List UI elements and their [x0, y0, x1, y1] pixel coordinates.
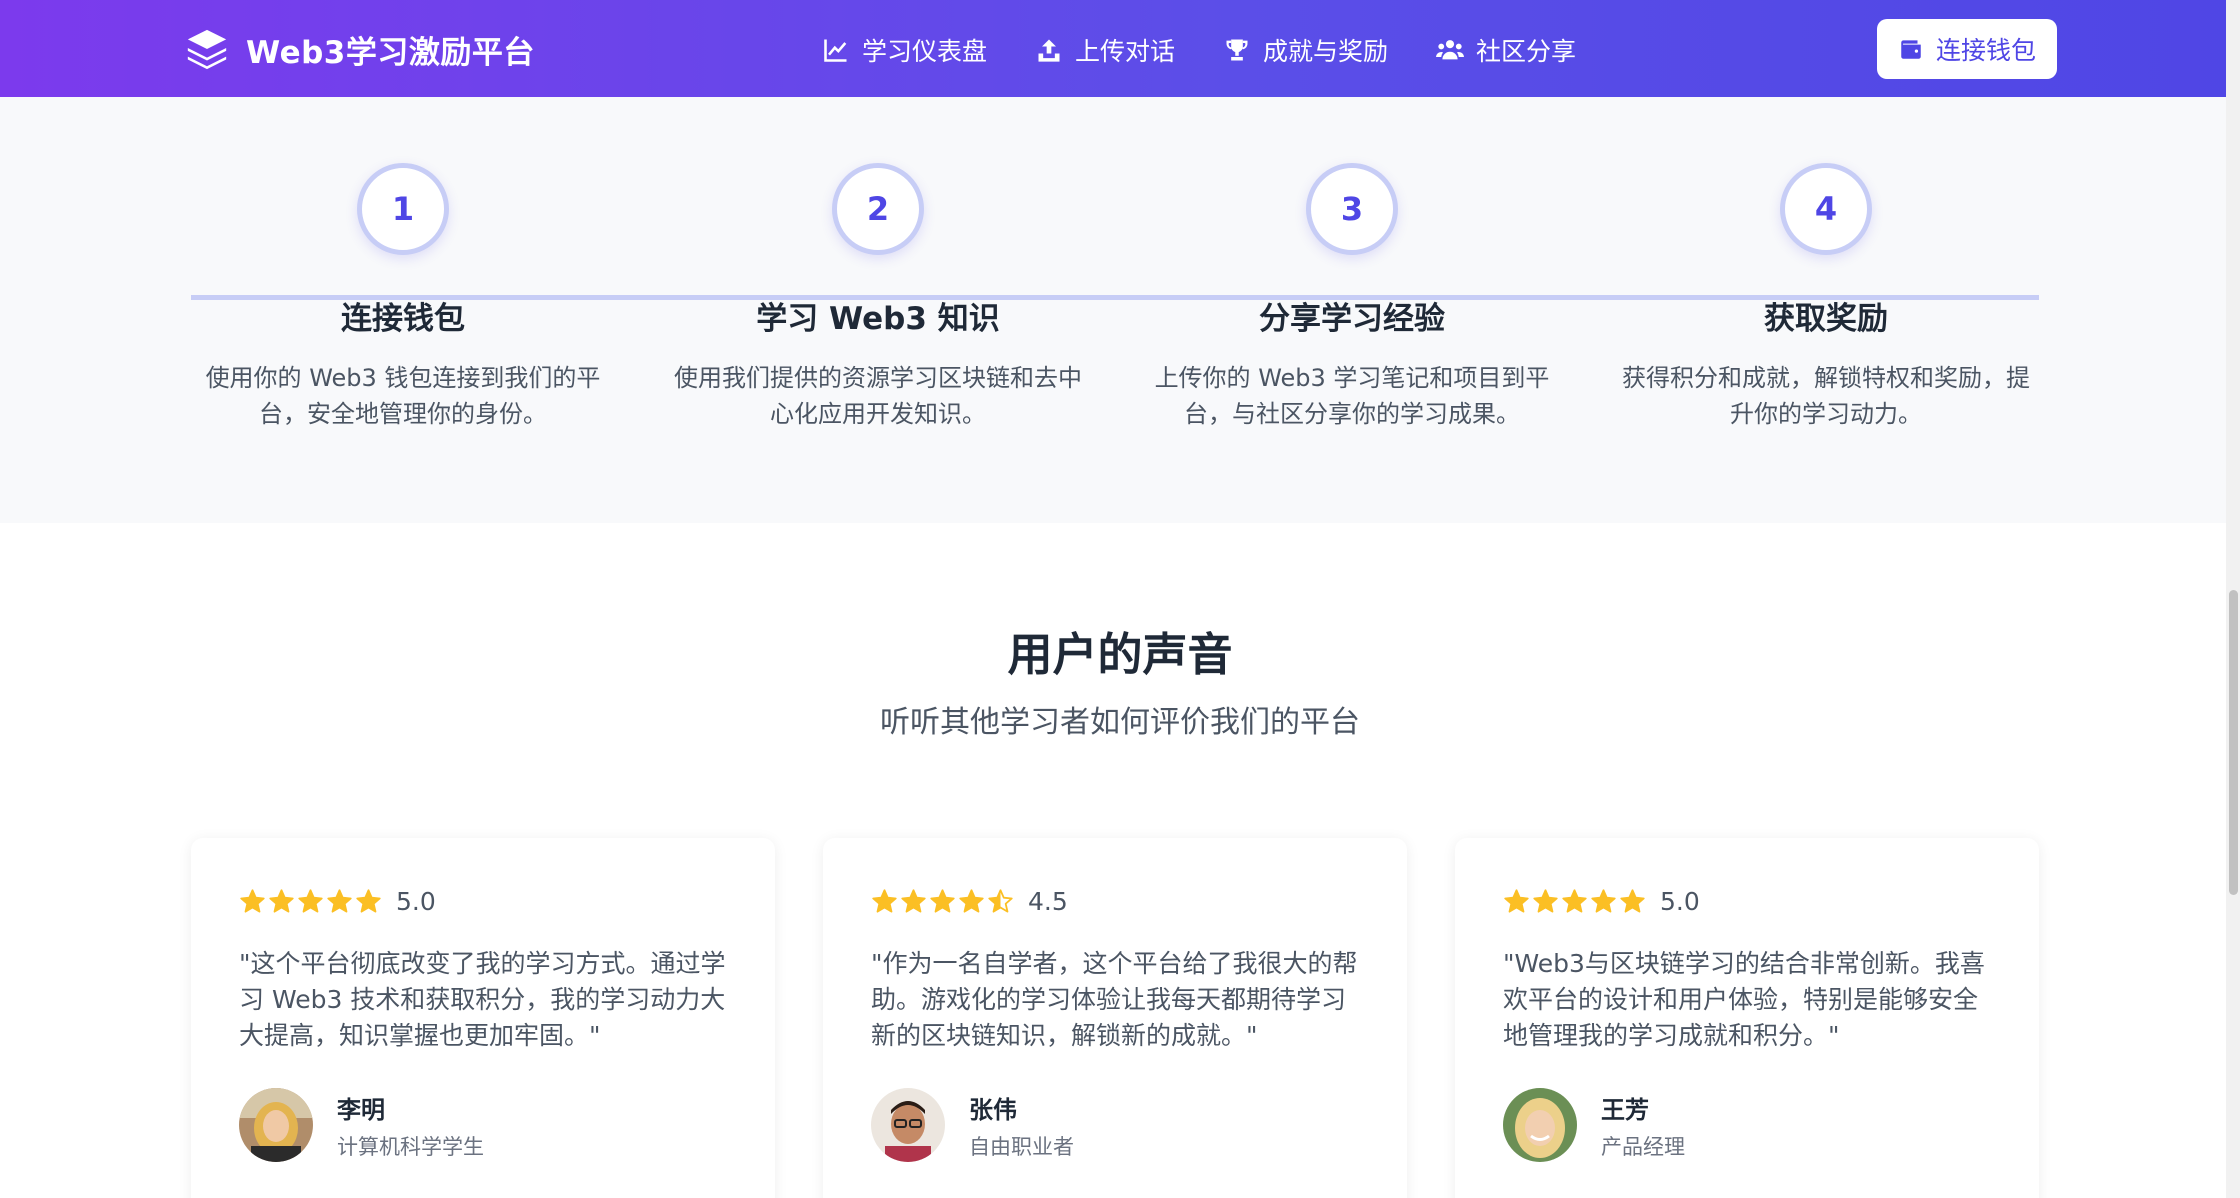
chart-line-icon [824, 39, 847, 62]
top-navbar: Web3学习激励平台 学习仪表盘 上传对话 成就与奖励 社区分享 连接钱包 [0, 0, 2240, 97]
brand[interactable]: Web3学习激励平台 [184, 25, 535, 73]
star-full-icon [1591, 888, 1616, 913]
author-role: 计算机科学学生 [337, 1134, 484, 1159]
testimonial-quote: "Web3与区块链学习的结合非常创新。我喜欢平台的设计和用户体验，特别是能够安全… [1503, 949, 1985, 1050]
testimonial-card: 5.0 "Web3与区块链学习的结合非常创新。我喜欢平台的设计和用户体验，特别是… [1455, 838, 2039, 1198]
avatar [239, 1088, 313, 1162]
star-full-icon [959, 888, 984, 913]
step-number: 4 [1780, 163, 1872, 255]
star-full-icon [930, 888, 955, 913]
nav-link-label: 上传对话 [1075, 37, 1176, 66]
rating-row: 5.0 [239, 886, 729, 916]
nav-link-label: 成就与奖励 [1263, 37, 1389, 66]
rating-value: 4.5 [1028, 886, 1068, 916]
author-name: 李明 [337, 1095, 385, 1124]
star-full-icon [269, 888, 294, 913]
star-rating [871, 888, 1014, 915]
author-role: 产品经理 [1601, 1134, 1685, 1159]
star-full-icon [240, 888, 265, 913]
steps-section: 1 连接钱包 使用你的 Web3 钱包连接到我们的平台，安全地管理你的身份。 2… [0, 97, 2240, 523]
avatar [1503, 1088, 1577, 1162]
star-full-icon [356, 888, 381, 913]
rating-row: 4.5 [871, 886, 1361, 916]
nav-links: 学习仪表盘 上传对话 成就与奖励 社区分享 [822, 28, 1624, 72]
step-title: 分享学习经验 [1259, 301, 1445, 337]
section-title: 用户的声音 [1007, 628, 1233, 681]
step-title: 学习 Web3 知识 [756, 301, 1000, 337]
testimonial-author: 王芳 产品经理 [1503, 1088, 1685, 1162]
upload-icon [1038, 39, 1060, 62]
testimonial-quote: "这个平台彻底改变了我的学习方式。通过学习 Web3 技术和获取积分，我的学习动… [239, 949, 726, 1050]
rating-row: 5.0 [1503, 886, 1993, 916]
step-3: 3 分享学习经验 上传你的 Web3 学习笔记和项目到平台，与社区分享你的学习成… [1137, 163, 1567, 432]
star-full-icon [1562, 888, 1587, 913]
star-full-icon [298, 888, 323, 913]
star-full-icon [327, 888, 352, 913]
nav-link-community[interactable]: 社区分享 [1436, 32, 1576, 68]
author-role: 自由职业者 [969, 1134, 1074, 1159]
rating-value: 5.0 [1660, 886, 1700, 916]
step-number: 1 [357, 163, 449, 255]
step-2: 2 学习 Web3 知识 使用我们提供的资源学习区块链和去中心化应用开发知识。 [663, 163, 1093, 432]
testimonial-author: 张伟 自由职业者 [871, 1088, 1074, 1162]
step-description: 上传你的 Web3 学习笔记和项目到平台，与社区分享你的学习成果。 [1154, 364, 1550, 428]
step-description: 获得积分和成就，解锁特权和奖励，提升你的学习动力。 [1622, 364, 2030, 428]
star-full-icon [1504, 888, 1529, 913]
scrollbar-thumb[interactable] [2229, 590, 2238, 895]
star-rating [239, 888, 382, 915]
step-number: 2 [832, 163, 924, 255]
star-rating [1503, 888, 1646, 915]
trophy-icon [1226, 39, 1248, 61]
layers-icon [187, 29, 227, 70]
nav-link-upload[interactable]: 上传对话 [1035, 32, 1175, 68]
step-title: 获取奖励 [1764, 301, 1888, 337]
nav-link-label: 社区分享 [1476, 37, 1577, 66]
step-title: 连接钱包 [341, 301, 465, 337]
connect-wallet-label: 连接钱包 [1935, 36, 2036, 65]
avatar [871, 1088, 945, 1162]
nav-link-achievements[interactable]: 成就与奖励 [1223, 32, 1388, 68]
author-name: 张伟 [969, 1095, 1017, 1124]
wallet-icon [1901, 40, 1921, 59]
testimonial-author: 李明 计算机科学学生 [239, 1088, 484, 1162]
testimonial-quote: "作为一名自学者，这个平台给了我很大的帮助。游戏化的学习体验让我每天都期待学习新… [871, 949, 1358, 1050]
step-description: 使用我们提供的资源学习区块链和去中心化应用开发知识。 [674, 364, 1082, 428]
nav-link-label: 学习仪表盘 [862, 37, 988, 66]
step-4: 4 获取奖励 获得积分和成就，解锁特权和奖励，提升你的学习动力。 [1611, 163, 2041, 432]
connect-wallet-button[interactable]: 连接钱包 [1877, 19, 2057, 79]
star-full-icon [872, 888, 897, 913]
testimonial-card: 5.0 "这个平台彻底改变了我的学习方式。通过学习 Web3 技术和获取积分，我… [191, 838, 775, 1198]
author-name: 王芳 [1601, 1095, 1649, 1124]
brand-name: Web3学习激励平台 [246, 34, 535, 71]
star-full-icon [1620, 888, 1645, 913]
step-description: 使用你的 Web3 钱包连接到我们的平台，安全地管理你的身份。 [205, 364, 601, 428]
rating-value: 5.0 [396, 886, 436, 916]
section-subtitle: 听听其他学习者如何评价我们的平台 [880, 705, 1360, 740]
star-full-icon [901, 888, 926, 913]
testimonial-card: 4.5 "作为一名自学者，这个平台给了我很大的帮助。游戏化的学习体验让我每天都期… [823, 838, 1407, 1198]
step-1: 1 连接钱包 使用你的 Web3 钱包连接到我们的平台，安全地管理你的身份。 [188, 163, 618, 432]
star-half-icon [988, 888, 1013, 913]
users-icon [1436, 40, 1465, 60]
star-full-icon [1533, 888, 1558, 913]
nav-link-dashboard[interactable]: 学习仪表盘 [822, 32, 987, 68]
step-number: 3 [1306, 163, 1398, 255]
